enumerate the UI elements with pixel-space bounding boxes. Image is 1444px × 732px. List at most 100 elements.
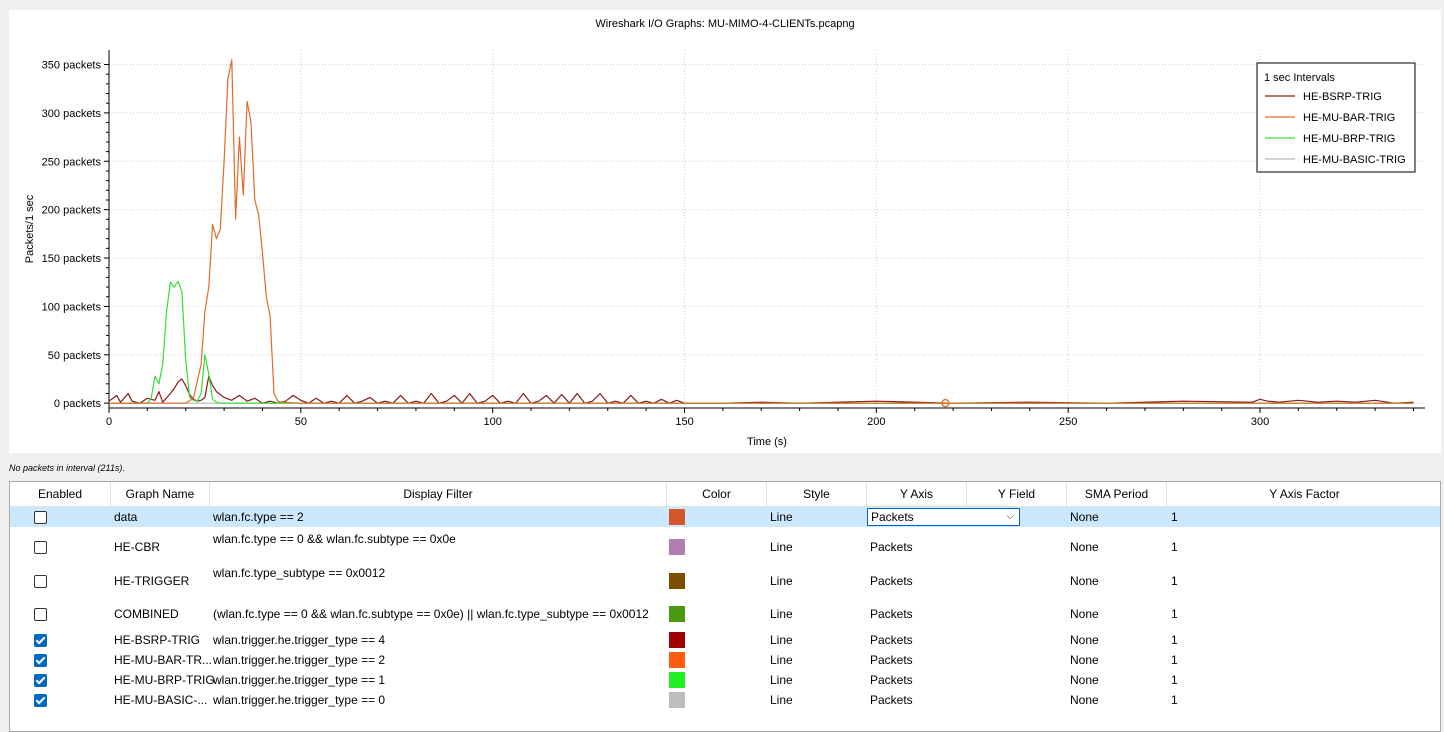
y-axis-factor-value[interactable]: 1: [1171, 651, 1178, 669]
header-style[interactable]: Style: [767, 482, 867, 506]
display-filter[interactable]: wlan.fc.type == 0 && wlan.fc.subtype == …: [213, 530, 456, 548]
display-filter[interactable]: wlan.fc.type_subtype == 0x0012: [213, 564, 385, 582]
enabled-checkbox[interactable]: [34, 541, 47, 554]
y-axis-label: Packets/1 sec: [24, 194, 36, 263]
color-swatch[interactable]: [669, 539, 685, 555]
y-axis-factor-value[interactable]: 1: [1171, 538, 1178, 556]
graph-table[interactable]: Enabled Graph Name Display Filter Color …: [9, 481, 1441, 732]
y-axis-factor-value[interactable]: 1: [1171, 508, 1178, 526]
color-swatch[interactable]: [669, 573, 685, 589]
y-axis-value[interactable]: Packets: [870, 538, 913, 556]
style-value[interactable]: Line: [770, 508, 793, 526]
sma-period-value[interactable]: None: [1070, 651, 1099, 669]
table-row[interactable]: HE-MU-BRP-TRIG wlan.trigger.he.trigger_ty…: [10, 670, 1440, 690]
graph-name[interactable]: COMBINED: [114, 605, 179, 623]
y-tick-label: 350 packets: [42, 60, 102, 72]
display-filter[interactable]: wlan.trigger.he.trigger_type == 4: [213, 631, 385, 649]
header-y-axis[interactable]: Y Axis: [867, 482, 967, 506]
enabled-checkbox[interactable]: [34, 674, 47, 687]
display-filter[interactable]: wlan.trigger.he.trigger_type == 1: [213, 671, 385, 689]
style-value[interactable]: Line: [770, 605, 793, 623]
enabled-checkbox[interactable]: [34, 608, 47, 621]
header-graph-name[interactable]: Graph Name: [110, 482, 210, 506]
table-row[interactable]: HE-BSRP-TRIG wlan.trigger.he.trigger_type…: [10, 630, 1440, 650]
color-swatch[interactable]: [669, 652, 685, 668]
display-filter[interactable]: wlan.fc.type == 2: [213, 508, 304, 526]
table-row[interactable]: HE-TRIGGER wlan.fc.type_subtype == 0x0012…: [10, 564, 1440, 598]
legend-label-he-mu-brp-trig: HE-MU-BRP-TRIG: [1303, 133, 1395, 145]
table-row[interactable]: HE-MU-BAR-TR... wlan.trigger.he.trigger_t…: [10, 650, 1440, 670]
display-filter[interactable]: wlan.trigger.he.trigger_type == 0: [213, 691, 385, 709]
sma-period-value[interactable]: None: [1070, 508, 1099, 526]
graph-name[interactable]: HE-TRIGGER: [114, 572, 189, 590]
graph-name[interactable]: HE-MU-BRP-TRIG: [114, 671, 215, 689]
color-swatch[interactable]: [669, 632, 685, 648]
io-graph-plot[interactable]: Wireshark I/O Graphs: MU-MIMO-4-CLIENTs.…: [9, 10, 1441, 453]
series-line-he-mu-brp-trig: [109, 280, 1414, 404]
header-color[interactable]: Color: [667, 482, 767, 506]
sma-period-value[interactable]: None: [1070, 605, 1099, 623]
y-axis-value[interactable]: Packets: [870, 671, 913, 689]
y-axis-value[interactable]: Packets: [870, 605, 913, 623]
y-axis-value[interactable]: Packets: [870, 651, 913, 669]
x-tick-label: 250: [1059, 416, 1077, 428]
y-axis-combobox[interactable]: Packets ⌵: [867, 508, 1020, 526]
y-axis-value[interactable]: Packets: [870, 572, 913, 590]
table-row[interactable]: HE-CBR wlan.fc.type == 0 && wlan.fc.subty…: [10, 530, 1440, 564]
style-value[interactable]: Line: [770, 651, 793, 669]
y-axis-factor-value[interactable]: 1: [1171, 572, 1178, 590]
color-swatch[interactable]: [669, 606, 685, 622]
header-y-axis-factor[interactable]: Y Axis Factor: [1167, 482, 1440, 506]
series-line-he-mu-bar-trig: [109, 59, 1414, 404]
y-tick-label: 200 packets: [42, 205, 102, 217]
y-tick-label: 50 packets: [48, 350, 102, 362]
graph-name[interactable]: HE-MU-BAR-TR...: [114, 651, 212, 669]
y-axis-factor-value[interactable]: 1: [1171, 631, 1178, 649]
x-axis-label: Time (s): [747, 436, 787, 448]
y-axis-value[interactable]: Packets: [870, 631, 913, 649]
enabled-checkbox[interactable]: [34, 634, 47, 647]
sma-period-value[interactable]: None: [1070, 691, 1099, 709]
y-axis-factor-value[interactable]: 1: [1171, 605, 1178, 623]
style-value[interactable]: Line: [770, 691, 793, 709]
color-swatch[interactable]: [669, 692, 685, 708]
sma-period-value[interactable]: None: [1070, 671, 1099, 689]
legend-label-he-bsrp-trig: HE-BSRP-TRIG: [1303, 91, 1382, 103]
chevron-down-icon[interactable]: ⌵: [1006, 509, 1014, 524]
header-display-filter[interactable]: Display Filter: [210, 482, 667, 506]
table-row[interactable]: data wlan.fc.type == 2 Line Packets ⌵ None 1: [10, 507, 1440, 527]
sma-period-value[interactable]: None: [1070, 572, 1099, 590]
color-swatch[interactable]: [669, 672, 685, 688]
table-row[interactable]: COMBINED (wlan.fc.type == 0 && wlan.fc.su…: [10, 598, 1440, 630]
x-tick-label: 0: [106, 416, 112, 428]
table-row[interactable]: HE-MU-BASIC-... wlan.trigger.he.trigger_t…: [10, 690, 1440, 710]
graph-name[interactable]: HE-BSRP-TRIG: [114, 631, 200, 649]
enabled-checkbox[interactable]: [34, 511, 47, 524]
display-filter[interactable]: wlan.trigger.he.trigger_type == 2: [213, 651, 385, 669]
header-sma-period[interactable]: SMA Period: [1067, 482, 1167, 506]
y-axis-combobox-value: Packets: [871, 510, 914, 524]
enabled-checkbox[interactable]: [34, 575, 47, 588]
table-header: Enabled Graph Name Display Filter Color …: [10, 482, 1440, 507]
enabled-checkbox[interactable]: [34, 694, 47, 707]
style-value[interactable]: Line: [770, 572, 793, 590]
header-y-field[interactable]: Y Field: [967, 482, 1067, 506]
y-axis-value[interactable]: Packets: [870, 691, 913, 709]
header-enabled[interactable]: Enabled: [30, 482, 90, 506]
graph-name[interactable]: HE-CBR: [114, 538, 160, 556]
io-graph-chart[interactable]: Wireshark I/O Graphs: MU-MIMO-4-CLIENTs.…: [9, 10, 1441, 453]
x-tick-label: 150: [675, 416, 693, 428]
sma-period-value[interactable]: None: [1070, 631, 1099, 649]
graph-name[interactable]: HE-MU-BASIC-...: [114, 691, 207, 709]
style-value[interactable]: Line: [770, 631, 793, 649]
x-tick-label: 100: [483, 416, 501, 428]
graph-name[interactable]: data: [114, 508, 137, 526]
style-value[interactable]: Line: [770, 538, 793, 556]
sma-period-value[interactable]: None: [1070, 538, 1099, 556]
style-value[interactable]: Line: [770, 671, 793, 689]
enabled-checkbox[interactable]: [34, 654, 47, 667]
y-axis-factor-value[interactable]: 1: [1171, 671, 1178, 689]
color-swatch[interactable]: [669, 509, 685, 525]
y-axis-factor-value[interactable]: 1: [1171, 691, 1178, 709]
display-filter[interactable]: (wlan.fc.type == 0 && wlan.fc.subtype ==…: [213, 605, 649, 623]
